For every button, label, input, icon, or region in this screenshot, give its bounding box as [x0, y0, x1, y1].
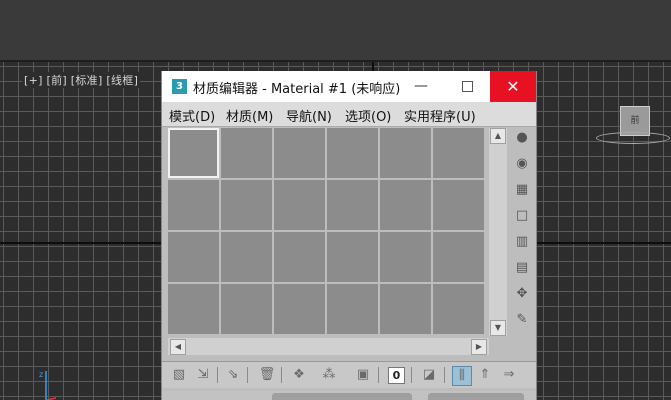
menu-utilities[interactable]: 实用程序(U)	[404, 106, 476, 125]
menu-modes[interactable]: 模式(D)	[169, 106, 215, 125]
material-editor-bottom-toolbar: ▧ ⇲ ⇘ 🗑 ❖ ⁂ ▣ 0 ◪ ⫼ ⇑ ⇒	[162, 361, 536, 388]
toolbar-separator	[444, 367, 445, 383]
assign-to-selection-icon[interactable]: ⇘	[224, 366, 242, 384]
material-editor-titlebar[interactable]: 3 材质编辑器 - Material #1 (未响应) — ✕	[162, 71, 536, 102]
sample-slot[interactable]	[327, 232, 378, 282]
sample-slots-grid	[168, 128, 486, 336]
put-to-library-icon[interactable]: ▣	[354, 366, 372, 384]
maximize-button[interactable]	[444, 71, 490, 102]
make-unique-icon[interactable]: ⁂	[320, 366, 338, 384]
material-id-channel-button[interactable]: 0	[388, 367, 405, 384]
application-toolbar-area	[0, 0, 671, 60]
sample-slot[interactable]	[327, 284, 378, 334]
sample-slot[interactable]	[433, 128, 484, 178]
sample-type-sphere-icon[interactable]: ●	[514, 130, 530, 146]
sample-slot[interactable]	[274, 232, 325, 282]
svg-text:z: z	[39, 370, 43, 379]
minimize-button[interactable]: —	[398, 71, 444, 102]
toolbar-separator	[378, 367, 379, 383]
sample-slot[interactable]	[221, 180, 272, 230]
select-by-material-icon[interactable]: ✎	[514, 312, 530, 328]
sample-slot[interactable]	[168, 180, 219, 230]
go-forward-icon[interactable]: ⇒	[500, 366, 518, 384]
axis-tripod-icon: z	[39, 370, 57, 400]
sample-slot[interactable]	[168, 128, 219, 178]
scroll-left-button[interactable]: ◀	[170, 339, 186, 355]
material-name-field[interactable]	[428, 393, 524, 400]
reset-map-icon[interactable]: 🗑	[258, 366, 276, 384]
go-to-parent-icon[interactable]: ⇑	[476, 366, 494, 384]
horizontal-scrollbar[interactable]: ◀ ▶	[168, 338, 489, 355]
viewport-standard-mode[interactable]: [标准]	[71, 74, 103, 87]
sample-slot[interactable]	[274, 180, 325, 230]
background-checker-icon[interactable]: ▦	[514, 182, 530, 198]
viewcube-compass-ring[interactable]	[596, 132, 670, 144]
video-color-check-icon[interactable]: ▥	[514, 234, 530, 250]
sample-slot[interactable]	[380, 128, 431, 178]
viewport-label: [+] [前] [标准] [线框]	[22, 72, 141, 88]
sample-slot[interactable]	[380, 180, 431, 230]
menu-material[interactable]: 材质(M)	[226, 106, 273, 125]
menu-options[interactable]: 选项(O)	[345, 106, 391, 125]
3dsmax-app-icon: 3	[172, 79, 187, 94]
sample-slot[interactable]	[380, 232, 431, 282]
menu-navigation[interactable]: 导航(N)	[286, 106, 332, 125]
scroll-up-button[interactable]: ▲	[490, 128, 506, 144]
vertical-scrollbar[interactable]: ▲ ▼	[489, 128, 507, 336]
toolbar-separator	[411, 367, 412, 383]
sample-slot[interactable]	[327, 128, 378, 178]
sample-slot[interactable]	[221, 232, 272, 282]
sample-slot[interactable]	[168, 284, 219, 334]
show-end-result-icon[interactable]: ⫼	[452, 366, 472, 386]
sample-slot[interactable]	[433, 284, 484, 334]
material-editor-lower-panel	[162, 391, 536, 400]
sample-uv-tiling-icon[interactable]: □	[514, 208, 530, 224]
sample-slot[interactable]	[168, 232, 219, 282]
toolbar-separator	[247, 367, 248, 383]
sample-slot[interactable]	[221, 284, 272, 334]
sample-slot[interactable]	[327, 180, 378, 230]
put-to-scene-icon[interactable]: ⇲	[194, 366, 212, 384]
window-title: 材质编辑器 - Material #1 (未响应)	[193, 82, 401, 97]
material-editor-window: 3 材质编辑器 - Material #1 (未响应) — ✕ 模式(D) 材质…	[161, 71, 537, 400]
sample-slot[interactable]	[433, 180, 484, 230]
toolbar-separator	[217, 367, 218, 383]
material-type-button[interactable]	[272, 393, 412, 400]
sample-slot[interactable]	[433, 232, 484, 282]
sample-slot[interactable]	[274, 284, 325, 334]
viewcube-face-label: 前	[630, 116, 640, 126]
maximize-icon	[461, 80, 473, 92]
side-toolbar: ● ◉ ▦ □ ▥ ▤ ✥ ✎	[510, 128, 534, 336]
backlight-icon[interactable]: ◉	[514, 156, 530, 172]
sample-slot[interactable]	[380, 284, 431, 334]
scroll-down-button[interactable]: ▼	[490, 320, 506, 336]
get-material-icon[interactable]: ▧	[170, 366, 188, 384]
options-icon[interactable]: ✥	[514, 286, 530, 302]
sample-slot[interactable]	[274, 128, 325, 178]
viewport-point-of-view[interactable]: [前]	[47, 74, 67, 87]
toolbar-separator	[281, 367, 282, 383]
menu-bar: 模式(D) 材质(M) 导航(N) 选项(O) 实用程序(U)	[162, 102, 536, 127]
sample-slot[interactable]	[221, 128, 272, 178]
make-copy-icon[interactable]: ❖	[290, 366, 308, 384]
show-shaded-map-icon[interactable]: ◪	[420, 366, 438, 384]
viewport-shading-mode[interactable]: [线框]	[106, 74, 138, 87]
close-button[interactable]: ✕	[490, 71, 536, 102]
make-preview-icon[interactable]: ▤	[514, 260, 530, 276]
scroll-right-button[interactable]: ▶	[471, 339, 487, 355]
viewport-menu-plus[interactable]: [+]	[24, 74, 43, 87]
